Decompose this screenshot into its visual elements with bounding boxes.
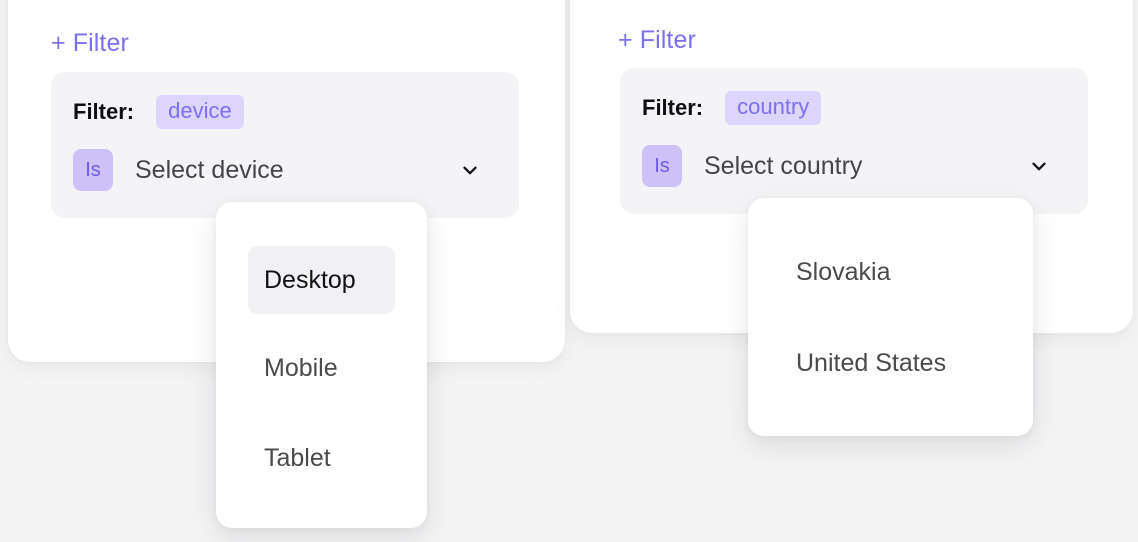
filter-value-row-country: Is Select country bbox=[642, 144, 1066, 188]
filter-field-row-country: Filter: country bbox=[642, 88, 1066, 128]
dropdown-option-united-states[interactable]: United States bbox=[780, 341, 1000, 385]
filter-label-country: Filter: bbox=[642, 95, 704, 120]
dropdown-option-slovakia[interactable]: Slovakia bbox=[780, 250, 1000, 294]
filter-field-badge-country[interactable]: country bbox=[725, 90, 822, 126]
filter-field-row-device: Filter: device bbox=[73, 92, 497, 132]
chevron-down-icon bbox=[459, 159, 481, 181]
add-filter-button-country[interactable]: + Filter bbox=[618, 28, 696, 53]
add-filter-button-device[interactable]: + Filter bbox=[51, 31, 129, 56]
filter-field-badge-device[interactable]: device bbox=[156, 94, 244, 130]
screen: + Filter Filter: device Is Select device… bbox=[0, 0, 1138, 542]
device-dropdown-menu: Desktop Mobile Tablet bbox=[216, 202, 427, 528]
country-select-placeholder: Select country bbox=[704, 151, 863, 180]
filter-condition-country: Filter: country Is Select country bbox=[620, 68, 1088, 214]
filter-value-row-device: Is Select device bbox=[73, 148, 497, 192]
dropdown-option-desktop[interactable]: Desktop bbox=[248, 246, 395, 314]
country-dropdown-menu: Slovakia United States bbox=[748, 198, 1033, 436]
device-select-placeholder: Select device bbox=[135, 155, 284, 184]
dropdown-option-mobile[interactable]: Mobile bbox=[248, 346, 395, 390]
filter-operator-badge-device[interactable]: Is bbox=[73, 149, 113, 191]
filter-label-device: Filter: bbox=[73, 99, 135, 124]
filter-operator-badge-country[interactable]: Is bbox=[642, 145, 682, 187]
chevron-down-icon bbox=[1028, 155, 1050, 177]
dropdown-option-tablet[interactable]: Tablet bbox=[248, 436, 395, 480]
device-select-trigger[interactable]: Select device bbox=[135, 149, 497, 191]
filter-condition-device: Filter: device Is Select device bbox=[51, 72, 519, 218]
country-select-trigger[interactable]: Select country bbox=[704, 145, 1066, 187]
